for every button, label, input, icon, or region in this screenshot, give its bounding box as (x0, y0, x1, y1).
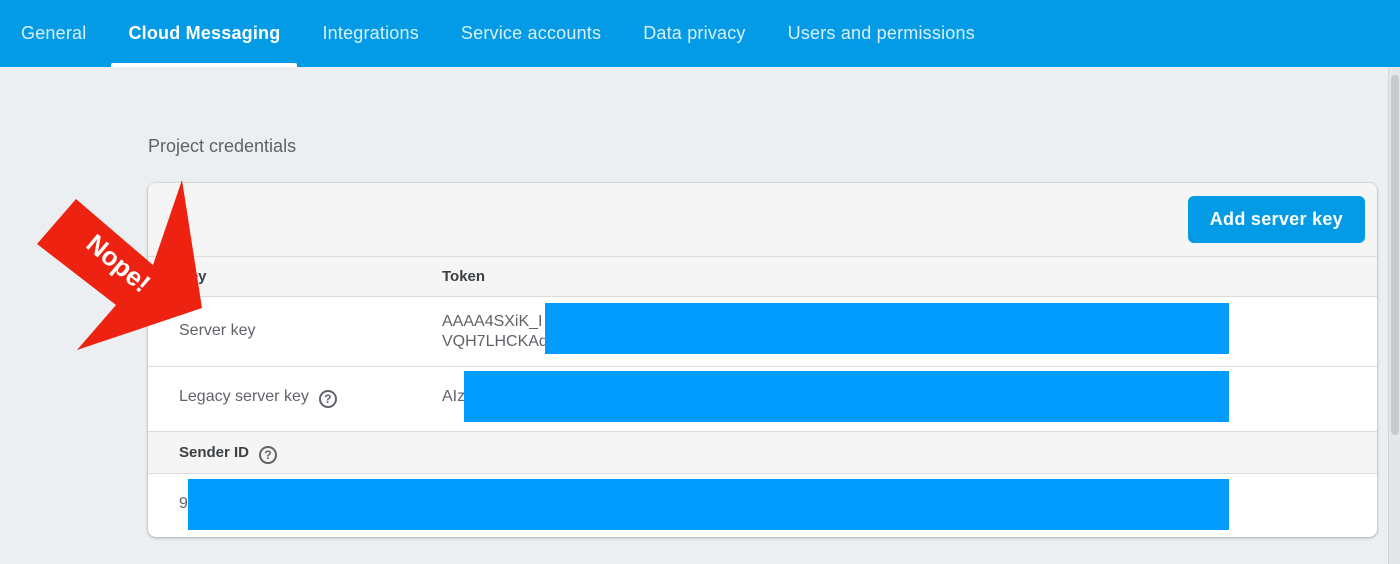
top-nav-bar: General Cloud Messaging Integrations Ser… (0, 0, 1400, 67)
scrollbar-thumb[interactable] (1391, 75, 1399, 435)
annotation-arrow: Nope! (37, 180, 202, 350)
sender-id-label: Sender ID? (179, 444, 278, 464)
tab-integrations[interactable]: Integrations (301, 0, 439, 67)
server-key-token-line1: AAAA4SXiK_I (442, 313, 543, 330)
tab-service-accounts[interactable]: Service accounts (440, 0, 622, 67)
sender-id-value[interactable]: 9 (179, 495, 188, 513)
vertical-scrollbar[interactable] (1388, 67, 1400, 564)
help-circle-icon[interactable]: ? (318, 390, 337, 408)
legacy-server-key-text: Legacy server key (179, 388, 309, 405)
redaction-box-sender-id (188, 479, 1229, 530)
column-header-token: Token (442, 268, 486, 285)
legacy-server-key-token[interactable]: AIz (442, 388, 465, 406)
section-title: Project credentials (148, 136, 297, 156)
tab-general[interactable]: General (0, 0, 107, 67)
card-header: Add server key (148, 183, 1377, 256)
tab-data-privacy[interactable]: Data privacy (622, 0, 766, 67)
sender-id-text: Sender ID (179, 444, 250, 461)
redaction-box-server-key (545, 303, 1229, 354)
legacy-server-key-label: Legacy server key? (179, 388, 337, 408)
settings-tabs: General Cloud Messaging Integrations Ser… (0, 0, 996, 67)
table-header-row: Key Token (148, 256, 1377, 296)
tab-cloud-messaging[interactable]: Cloud Messaging (107, 0, 301, 67)
sender-id-header-row: Sender ID? (148, 431, 1377, 473)
server-key-token[interactable]: AAAA4SXiK_I VQH7LHCKAd (442, 312, 548, 352)
server-key-token-line2: VQH7LHCKAd (442, 333, 548, 350)
add-server-key-button[interactable]: Add server key (1187, 196, 1365, 243)
redaction-box-legacy-key (464, 371, 1229, 422)
help-circle-icon[interactable]: ? (259, 446, 278, 464)
tab-users-and-permissions[interactable]: Users and permissions (767, 0, 996, 67)
